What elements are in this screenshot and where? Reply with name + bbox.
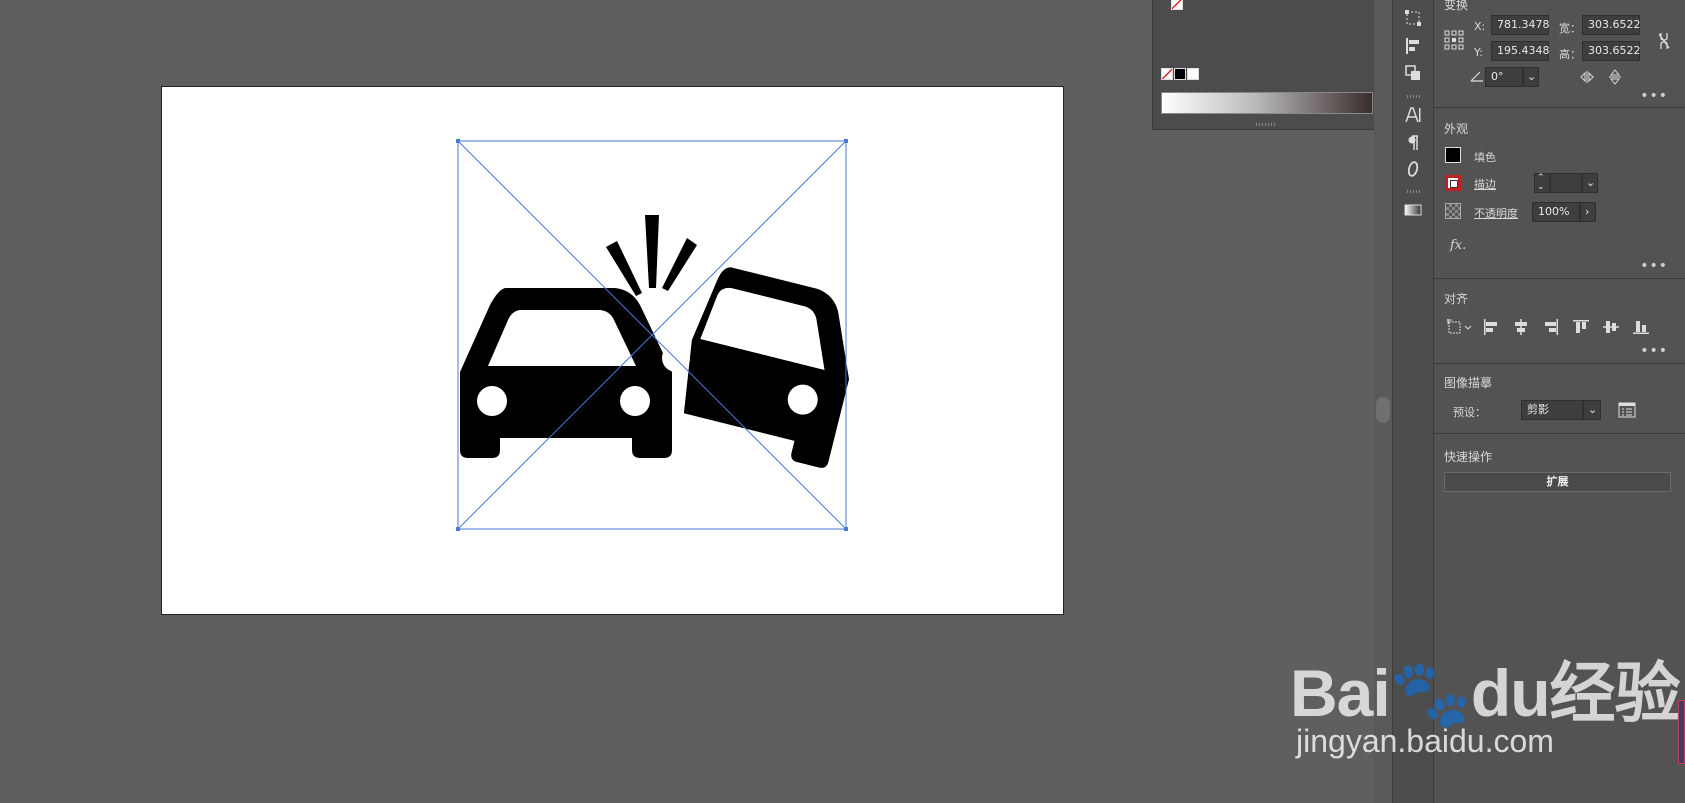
section-divider (1434, 363, 1685, 364)
align-more-button[interactable]: ••• (1640, 343, 1668, 359)
chevron-down-icon: ⌄ (1527, 70, 1537, 83)
stroke-none-swatch[interactable] (1171, 0, 1183, 10)
pathfinder-icon (1405, 65, 1420, 80)
image-trace-section-title: 图像描摹 (1444, 376, 1493, 390)
align-top-icon[interactable] (1572, 318, 1590, 336)
watermark-url: jingyan.baidu.com (1296, 723, 1554, 759)
height-input[interactable]: 303.6522 (1582, 41, 1641, 61)
opacity-dropdown[interactable]: › (1580, 202, 1596, 222)
transform-more-button[interactable]: ••• (1640, 88, 1668, 104)
chevron-right-icon: › (1585, 205, 1590, 218)
y-label: Y: (1474, 46, 1483, 59)
pathfinder-panel-icon[interactable] (1402, 62, 1424, 84)
height-label: 高： (1559, 48, 1581, 61)
opacity-label[interactable]: 不透明度 (1474, 205, 1518, 221)
transform-icon (1405, 10, 1421, 26)
white-swatch[interactable] (1187, 68, 1199, 80)
x-label: X: (1474, 20, 1486, 33)
flip-horizontal-icon[interactable] (1580, 70, 1596, 84)
align-right-icon[interactable] (1542, 318, 1560, 336)
character-icon (1405, 107, 1421, 123)
stroke-weight-input[interactable] (1550, 173, 1582, 193)
tool-group-grip[interactable] (1407, 95, 1421, 98)
black-swatch[interactable] (1174, 68, 1186, 80)
constrain-proportions-icon[interactable] (1657, 31, 1671, 51)
gradient-slider[interactable] (1161, 92, 1373, 114)
gradient-icon (1404, 204, 1422, 216)
align-to-selection-icon[interactable] (1446, 318, 1474, 336)
character-panel-icon[interactable] (1402, 104, 1424, 126)
appearance-more-button[interactable]: ••• (1640, 258, 1668, 274)
rotate-angle-input[interactable]: 0° (1485, 67, 1523, 87)
align-bottom-icon[interactable] (1632, 318, 1650, 336)
y-input[interactable]: 195.4348 (1491, 41, 1550, 61)
align-panel-icon[interactable] (1402, 35, 1424, 57)
preset-select[interactable]: 剪影 (1521, 400, 1583, 420)
align-section-title: 对齐 (1444, 292, 1469, 306)
fill-label: 填色 (1474, 151, 1496, 164)
scrollbar-thumb[interactable] (1376, 397, 1390, 423)
chevron-down-icon: ⌄ (1586, 176, 1596, 189)
expand-button[interactable]: 扩展 (1444, 472, 1671, 492)
align-icon (1406, 38, 1419, 54)
section-divider (1434, 278, 1685, 279)
baidu-jingyan-watermark-logo: Bai🐾du经验 (1290, 656, 1681, 730)
opacity-icon[interactable] (1445, 203, 1461, 219)
align-center-vertical-icon[interactable] (1602, 318, 1620, 336)
artboard[interactable] (161, 86, 1064, 615)
stroke-weight-stepper[interactable]: ⌃ ⌄ (1534, 173, 1550, 193)
chevron-down-icon: ⌄ (1588, 403, 1598, 416)
stroke-label[interactable]: 描边 (1474, 176, 1496, 192)
flip-vertical-icon[interactable] (1608, 69, 1622, 85)
reference-point-icon[interactable] (1444, 30, 1464, 50)
tool-group-grip-2[interactable] (1407, 190, 1421, 193)
transform-section-title: 变换 (1444, 0, 1469, 12)
opacity-input[interactable]: 100% (1532, 202, 1580, 222)
none-swatch[interactable] (1161, 68, 1173, 80)
opentype-panel-icon[interactable] (1402, 158, 1424, 180)
gradient-panel-icon[interactable] (1402, 199, 1424, 221)
align-center-horizontal-icon[interactable] (1512, 318, 1530, 336)
width-input[interactable]: 303.6522 (1582, 15, 1641, 35)
panel-resize-grip[interactable] (1256, 123, 1276, 126)
fx-effects-button[interactable]: fx. (1450, 238, 1466, 253)
stepper-arrows-icon: ⌃ ⌄ (1537, 173, 1545, 192)
rotate-angle-icon (1470, 71, 1483, 82)
image-trace-panel-icon[interactable] (1618, 402, 1636, 418)
align-left-icon[interactable] (1482, 318, 1500, 336)
section-divider (1434, 433, 1685, 434)
preset-dropdown[interactable]: ⌄ (1583, 400, 1601, 420)
preset-label: 预设： (1453, 406, 1486, 419)
gradient-panel (1152, 0, 1378, 130)
quick-actions-section-title: 快速操作 (1444, 450, 1493, 464)
section-divider (1434, 107, 1685, 108)
rotate-angle-dropdown[interactable]: ⌄ (1523, 67, 1539, 87)
appearance-section-title: 外观 (1444, 122, 1469, 136)
fill-swatch[interactable] (1445, 147, 1461, 163)
paragraph-icon (1408, 135, 1418, 150)
edge-panel-tab[interactable] (1678, 700, 1685, 764)
stroke-weight-dropdown[interactable]: ⌄ (1582, 173, 1598, 193)
stroke-swatch[interactable] (1445, 175, 1461, 191)
opentype-icon (1407, 161, 1419, 177)
width-label: 宽： (1559, 22, 1581, 35)
transform-panel-icon[interactable] (1402, 7, 1424, 29)
x-input[interactable]: 781.3478 (1491, 15, 1550, 35)
paragraph-panel-icon[interactable] (1402, 132, 1424, 154)
